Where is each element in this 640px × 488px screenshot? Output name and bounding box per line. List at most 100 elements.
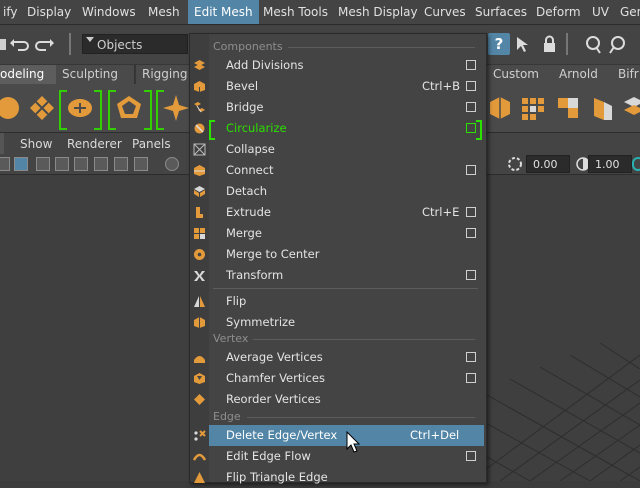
- shelf-tool-icon[interactable]: [115, 94, 143, 122]
- text-icon[interactable]: [134, 157, 148, 171]
- menu-item-label: Symmetrize: [226, 315, 296, 329]
- option-box-icon[interactable]: [466, 207, 476, 217]
- menu-edit-mesh[interactable]: Edit Mesh: [188, 0, 259, 24]
- menu-item-merge[interactable]: Merge: [209, 223, 484, 244]
- tab-sculpting[interactable]: Sculpting: [56, 65, 135, 84]
- wireframe-icon[interactable]: [36, 157, 50, 171]
- grid-icon[interactable]: [14, 157, 28, 171]
- panel-menu-view[interactable]: [0, 133, 4, 155]
- option-box-icon[interactable]: [466, 451, 476, 461]
- panel-menu-panels[interactable]: Panels: [132, 133, 171, 155]
- section-rule: [288, 47, 475, 48]
- tab-custom[interactable]: Custom: [487, 65, 554, 84]
- menu-generate[interactable]: Gen: [614, 0, 640, 24]
- section-rule: [247, 417, 475, 418]
- chevron-down-icon: [86, 37, 94, 42]
- chamfer-vertices-icon: [194, 373, 205, 384]
- panel-menu-renderer[interactable]: Renderer: [67, 133, 122, 155]
- transform-icon: [194, 271, 205, 281]
- tab-arnold[interactable]: Arnold: [553, 65, 613, 84]
- undo-redo-icons[interactable]: [0, 37, 60, 53]
- edit-edge-flow-icon: [193, 453, 206, 461]
- menu-item-reorder-vertices[interactable]: Reorder Vertices: [209, 389, 484, 410]
- menu-item-flip-triangle-edge[interactable]: Flip Triangle Edge: [209, 467, 484, 488]
- option-box-icon[interactable]: [466, 123, 476, 133]
- section-header-label: Components: [213, 40, 283, 53]
- section-rule: [253, 339, 475, 340]
- lock-icon[interactable]: [540, 34, 560, 54]
- menu-item-label: Bridge: [226, 100, 264, 114]
- option-box-icon[interactable]: [466, 102, 476, 112]
- menu-item-flip[interactable]: Flip: [209, 291, 484, 312]
- tab-bifrost[interactable]: Bifr: [612, 65, 640, 84]
- shaded-icon[interactable]: [55, 157, 69, 171]
- menu-curves[interactable]: Curves: [418, 0, 472, 24]
- menu-item-connect[interactable]: Connect: [209, 160, 484, 181]
- menu-item-label: Collapse: [226, 142, 275, 156]
- option-box-icon[interactable]: [466, 270, 476, 280]
- shadows-icon[interactable]: [114, 157, 128, 171]
- option-box-icon[interactable]: [466, 352, 476, 362]
- shelf-tool-icon[interactable]: [554, 94, 582, 122]
- menu-deform[interactable]: Deform: [530, 0, 587, 24]
- bracket-right: [94, 90, 102, 130]
- color-management-icon[interactable]: [632, 157, 640, 171]
- menu-windows[interactable]: Windows: [76, 0, 142, 24]
- help-icon[interactable]: ?: [488, 33, 510, 55]
- selection-mode-value: Objects: [97, 38, 143, 52]
- menu-item-detach[interactable]: Detach: [209, 181, 484, 202]
- lock-cursor-icon[interactable]: [514, 34, 534, 54]
- menu-item-collapse[interactable]: Collapse: [209, 139, 484, 160]
- shelf-tool-icon[interactable]: [486, 94, 514, 122]
- shelf-tool-icon[interactable]: [588, 94, 616, 122]
- option-box-icon[interactable]: [466, 60, 476, 70]
- menu-item-transform[interactable]: Transform: [209, 265, 484, 286]
- shelf-tool-icon[interactable]: [66, 94, 94, 122]
- menu-item-merge-to-center[interactable]: Merge to Center: [209, 244, 484, 265]
- shelf-tool-icon[interactable]: [0, 94, 22, 122]
- menu-item-shortcut: Ctrl+E: [422, 205, 460, 219]
- menu-surfaces[interactable]: Surfaces: [469, 0, 533, 24]
- menu-item-label: Delete Edge/Vertex: [226, 428, 338, 442]
- menu-mesh-tools[interactable]: Mesh Tools: [257, 0, 334, 24]
- menu-item-average-vertices[interactable]: Average Vertices: [209, 347, 484, 368]
- menu-mesh[interactable]: Mesh: [142, 0, 186, 24]
- menu-item-chamfer-vertices[interactable]: Chamfer Vertices: [209, 368, 484, 389]
- menu-display[interactable]: Display: [21, 0, 77, 24]
- isolate-icon[interactable]: [165, 157, 179, 171]
- menu-mesh-display[interactable]: Mesh Display: [332, 0, 424, 24]
- menu-item-label: Average Vertices: [226, 350, 323, 364]
- delete-edge-vertex-icon: [194, 430, 206, 441]
- menu-uv[interactable]: UV: [586, 0, 615, 24]
- shelf-tool-icon[interactable]: [162, 94, 190, 122]
- camera-icon[interactable]: [0, 157, 10, 171]
- gamma-field[interactable]: 1.00: [588, 155, 632, 173]
- merge-icon: [194, 228, 205, 239]
- menu-item-shortcut: Ctrl+Del: [410, 428, 460, 442]
- menu-item-circularize[interactable]: Circularize: [209, 118, 484, 139]
- menu-item-symmetrize[interactable]: Symmetrize: [209, 312, 484, 333]
- tab-modeling[interactable]: odeling: [0, 65, 61, 84]
- menu-item-extrude[interactable]: Extrude Ctrl+E: [209, 202, 484, 223]
- shelf-tool-icon[interactable]: [28, 94, 56, 122]
- section-header-components: Components: [213, 39, 483, 55]
- option-box-icon[interactable]: [466, 165, 476, 175]
- exposure-icon[interactable]: [508, 157, 522, 171]
- option-box-icon[interactable]: [466, 373, 476, 383]
- panel-menu-show[interactable]: Show: [20, 133, 52, 155]
- exposure-field[interactable]: 0.00: [526, 155, 570, 173]
- edit-mesh-menu: Components Add Divisions Bevel Ctrl+B Br…: [189, 33, 487, 484]
- menu-modify[interactable]: ify: [0, 0, 23, 24]
- menu-item-bridge[interactable]: Bridge: [209, 97, 484, 118]
- option-box-icon[interactable]: [466, 228, 476, 238]
- symmetrize-icon: [194, 317, 205, 328]
- menu-item-add-divisions[interactable]: Add Divisions: [209, 55, 484, 76]
- selection-mode-dropdown[interactable]: Objects: [82, 34, 188, 54]
- menu-item-bevel[interactable]: Bevel Ctrl+B: [209, 76, 484, 97]
- option-box-icon[interactable]: [466, 81, 476, 91]
- snap-icons[interactable]: [584, 33, 640, 55]
- textured-icon[interactable]: [74, 157, 88, 171]
- shelf-tool-icon[interactable]: [520, 94, 548, 122]
- lights-icon[interactable]: [94, 157, 108, 171]
- shelf-tool-icon[interactable]: [620, 94, 640, 122]
